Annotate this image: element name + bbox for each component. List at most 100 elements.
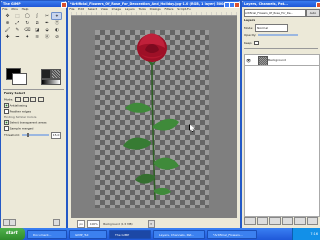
zoom-selector[interactable]: 100% xyxy=(87,220,101,228)
eraser-tool-icon[interactable]: ⌫ xyxy=(23,27,32,33)
sample-merged-checkbox[interactable] xyxy=(4,126,9,131)
img-menu-select[interactable]: Select xyxy=(88,7,97,11)
task-image[interactable]: *Artificial_Flowers... xyxy=(207,229,257,239)
mode-add-icon[interactable] xyxy=(22,97,29,102)
fuzzy-select-icon[interactable]: ⌖ xyxy=(51,11,63,21)
heal-tool-icon[interactable]: ✦ xyxy=(23,34,32,40)
layers-titlebar[interactable]: Layers, Channels, Pat... xyxy=(242,1,320,7)
antialiasing-label: Antialiasing xyxy=(9,103,28,108)
duplicate-layer-button[interactable] xyxy=(281,217,293,225)
opacity-slider[interactable] xyxy=(258,34,299,36)
status-text: Background (1.5 MB) xyxy=(103,222,133,226)
text-tool-icon[interactable]: Ⓣ xyxy=(52,20,61,26)
menu-file[interactable]: File xyxy=(2,7,7,11)
background-color-swatch[interactable] xyxy=(12,73,27,85)
toolbox-title: The GIMP xyxy=(3,2,21,6)
task-the-gimp[interactable]: The GIMP xyxy=(109,229,151,239)
pencil-tool-icon[interactable]: ✎ xyxy=(13,27,22,33)
clock[interactable]: 7:16 xyxy=(310,232,318,236)
smudge-tool-icon[interactable]: ⎓ xyxy=(13,34,22,40)
anchor-layer-button[interactable] xyxy=(294,217,306,225)
paths-tool-icon[interactable]: ✒ xyxy=(43,20,52,26)
keep-label: Keep: xyxy=(244,41,253,45)
image-selector[interactable]: Artificial_Flowers_Of_Rose_For_De... xyxy=(244,9,306,17)
mode-subtract-icon[interactable] xyxy=(30,97,37,102)
gradient-preview[interactable] xyxy=(41,79,61,85)
select-transparent-checkbox[interactable] xyxy=(4,120,9,125)
layers-close-button[interactable] xyxy=(316,2,320,8)
task-gimp-tut[interactable]: GIMP_Tut xyxy=(69,229,107,239)
img-menu-edit[interactable]: Edit xyxy=(78,7,84,11)
blur-tool-icon[interactable]: ≋ xyxy=(33,34,42,40)
move-tool-icon[interactable]: ✥ xyxy=(3,13,12,19)
lower-layer-button[interactable] xyxy=(269,217,281,225)
unit-selector[interactable]: px xyxy=(77,220,86,228)
antialiasing-checkbox[interactable] xyxy=(4,103,9,108)
scale-tool-icon[interactable]: ⤢ xyxy=(13,20,22,26)
crop-tool-icon[interactable]: ⧄ xyxy=(33,20,42,26)
mode-replace-icon[interactable] xyxy=(15,97,22,102)
ink-tool-icon[interactable]: ⊘ xyxy=(52,34,61,40)
mode-intersect-icon[interactable] xyxy=(37,97,44,102)
feather-edges-row[interactable]: Feather edges xyxy=(4,109,31,114)
airbrush-tool-icon[interactable]: Ⓐ xyxy=(43,34,52,40)
new-layer-button[interactable] xyxy=(244,217,256,225)
free-select-icon[interactable]: ʃ xyxy=(33,13,42,19)
img-menu-filters[interactable]: Filters xyxy=(164,7,173,11)
img-menu-image[interactable]: Image xyxy=(112,7,121,11)
bucket-fill-icon[interactable]: ◪ xyxy=(33,27,42,33)
img-menu-dialogs[interactable]: Dialogs xyxy=(150,7,161,11)
select-transparent-row[interactable]: Select transparent areas xyxy=(4,120,47,125)
layers-window: Layers, Channels, Pat... Artificial_Flow… xyxy=(241,0,320,230)
img-menu-tools[interactable]: Tools xyxy=(138,7,145,11)
image-window: *Artificial_Flowers_Of_Rose_For_Decorati… xyxy=(67,0,241,230)
menu-help[interactable]: Help xyxy=(22,7,29,11)
image-menubar: File Edit Select View Image Layers Tools… xyxy=(68,7,240,11)
keep-transparency-checkbox[interactable] xyxy=(254,40,259,46)
image-close-button[interactable] xyxy=(234,2,240,8)
antialiasing-row[interactable]: Antialiasing xyxy=(4,103,27,108)
task-document[interactable]: Document... xyxy=(27,229,67,239)
ellipse-select-icon[interactable]: ◯ xyxy=(23,13,32,19)
threshold-value[interactable]: 15.0 xyxy=(50,132,62,139)
pattern-preview[interactable] xyxy=(51,69,61,79)
paintbrush-tool-icon[interactable]: 🖌 xyxy=(3,27,12,33)
rose-image xyxy=(123,33,179,201)
menu-xtns[interactable]: Xtns xyxy=(11,7,18,11)
brush-preview[interactable] xyxy=(41,69,51,79)
canvas-area[interactable] xyxy=(71,16,237,218)
dodge-burn-icon[interactable]: ◐ xyxy=(52,27,61,33)
threshold-slider[interactable] xyxy=(21,133,49,137)
cancel-button[interactable]: ✕ xyxy=(147,220,155,228)
rect-select-icon[interactable]: ⬚ xyxy=(13,13,22,19)
img-menu-file[interactable]: File xyxy=(69,7,74,11)
opacity-row: Opacity: xyxy=(244,32,299,38)
blend-tool-icon[interactable]: ⬙ xyxy=(43,27,52,33)
layer-name[interactable]: Background xyxy=(268,58,286,63)
img-menu-layers[interactable]: Layers xyxy=(125,7,135,11)
scissors-select-icon[interactable]: ✂ xyxy=(43,13,52,19)
reset-options-icon[interactable] xyxy=(53,219,60,226)
task-layers[interactable]: Layers, Channels, Pat... xyxy=(153,229,205,239)
layers-button-bar xyxy=(244,217,318,225)
threshold-slider-handle[interactable] xyxy=(26,133,29,137)
zoom-tool-icon[interactable]: ⊕ xyxy=(3,20,12,26)
layer-mode-select[interactable]: Normal xyxy=(255,24,289,32)
feather-edges-checkbox[interactable] xyxy=(4,109,9,114)
img-menu-scriptfu[interactable]: Script-Fu xyxy=(177,7,190,11)
sample-merged-row[interactable]: Sample merged xyxy=(4,126,33,131)
layers-list-empty-area[interactable] xyxy=(244,65,320,217)
start-label: start xyxy=(6,231,18,236)
img-menu-view[interactable]: View xyxy=(101,7,108,11)
delete-layer-button[interactable] xyxy=(306,217,318,225)
rotate-tool-icon[interactable]: ↻ xyxy=(23,20,32,26)
restore-options-icon[interactable] xyxy=(9,219,16,226)
start-button[interactable]: start xyxy=(0,228,25,240)
eye-icon[interactable]: 👁 xyxy=(246,58,251,63)
raise-layer-button[interactable] xyxy=(256,217,268,225)
auto-button[interactable]: Auto xyxy=(306,9,320,17)
layers-title: Layers, Channels, Pat... xyxy=(244,2,288,6)
system-tray: 7:16 xyxy=(292,228,320,240)
keep-row: Keep: xyxy=(244,40,260,46)
clone-tool-icon[interactable]: ✚ xyxy=(3,34,12,40)
